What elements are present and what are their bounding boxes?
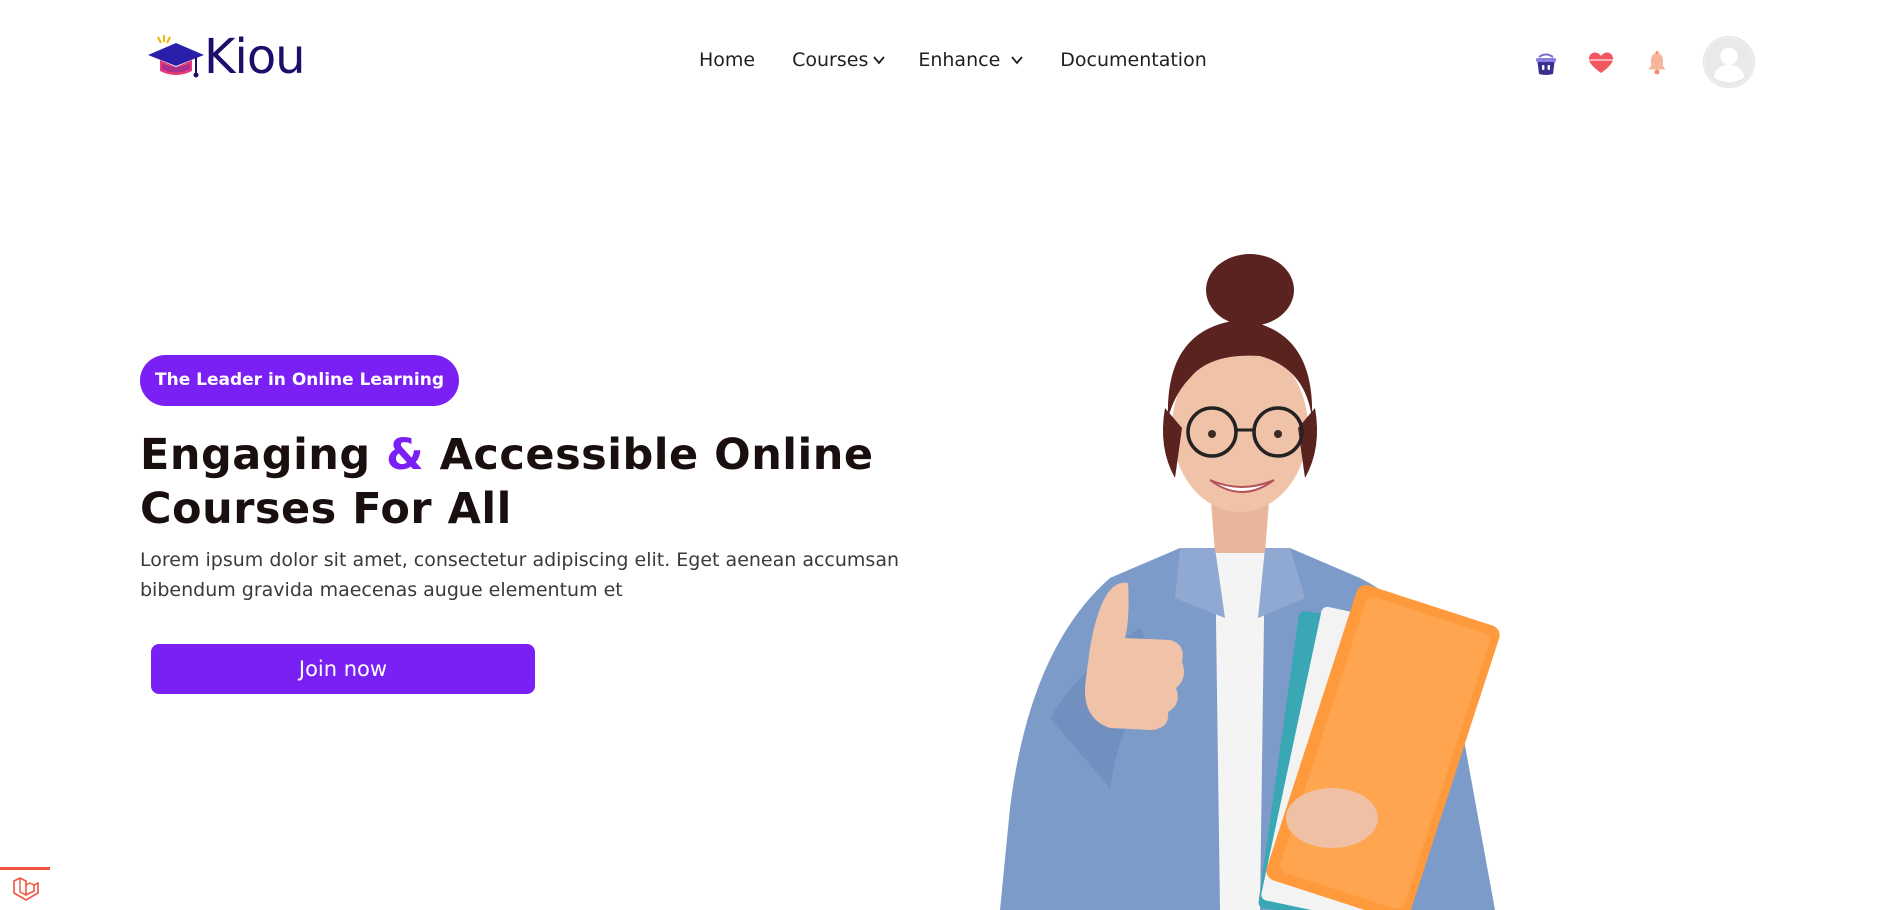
chevron-down-icon (1011, 56, 1023, 65)
graduation-cap-icon (148, 35, 204, 78)
brand-logo[interactable]: Kiou (146, 29, 306, 85)
notifications-button[interactable] (1641, 47, 1673, 79)
headline-part1: Engaging (140, 430, 387, 480)
nav-courses-label: Courses (792, 49, 869, 71)
main-nav: Home Courses Enhance Documentation (699, 46, 1207, 74)
nav-documentation-label: Documentation (1060, 49, 1207, 71)
cart-icon (1536, 53, 1556, 75)
cart-button[interactable] (1530, 47, 1562, 79)
hero-badge: The Leader in Online Learning (140, 355, 460, 406)
wishlist-button[interactable] (1585, 47, 1617, 79)
hero-headline: Engaging & Accessible Online Courses For… (140, 428, 900, 536)
page: Kiou Home Courses Enhance Documentation (0, 0, 1903, 910)
join-now-button[interactable]: Join now (151, 644, 535, 694)
hero-description: Lorem ipsum dolor sit amet, consectetur … (140, 549, 900, 601)
laravel-debugbar-toggle[interactable] (0, 867, 50, 910)
chevron-down-icon (873, 56, 886, 65)
nav-enhance-label: Enhance (918, 49, 1001, 71)
nav-enhance-dropdown[interactable]: Enhance (918, 49, 1024, 71)
bell-icon (1648, 51, 1666, 75)
heart-icon (1589, 52, 1613, 73)
headline-ampersand: & (386, 430, 425, 480)
hero-student-image (1000, 254, 1500, 910)
user-avatar-icon (1704, 37, 1754, 87)
nav-home-label: Home (699, 49, 756, 71)
nav-courses-dropdown[interactable]: Courses (792, 49, 886, 71)
laravel-icon (13, 877, 39, 901)
nav-home[interactable]: Home (699, 49, 755, 71)
nav-documentation[interactable]: Documentation (1060, 49, 1206, 71)
brand-name: Kiou (204, 29, 306, 85)
user-avatar[interactable] (1703, 36, 1755, 88)
header-actions (1530, 36, 1755, 88)
